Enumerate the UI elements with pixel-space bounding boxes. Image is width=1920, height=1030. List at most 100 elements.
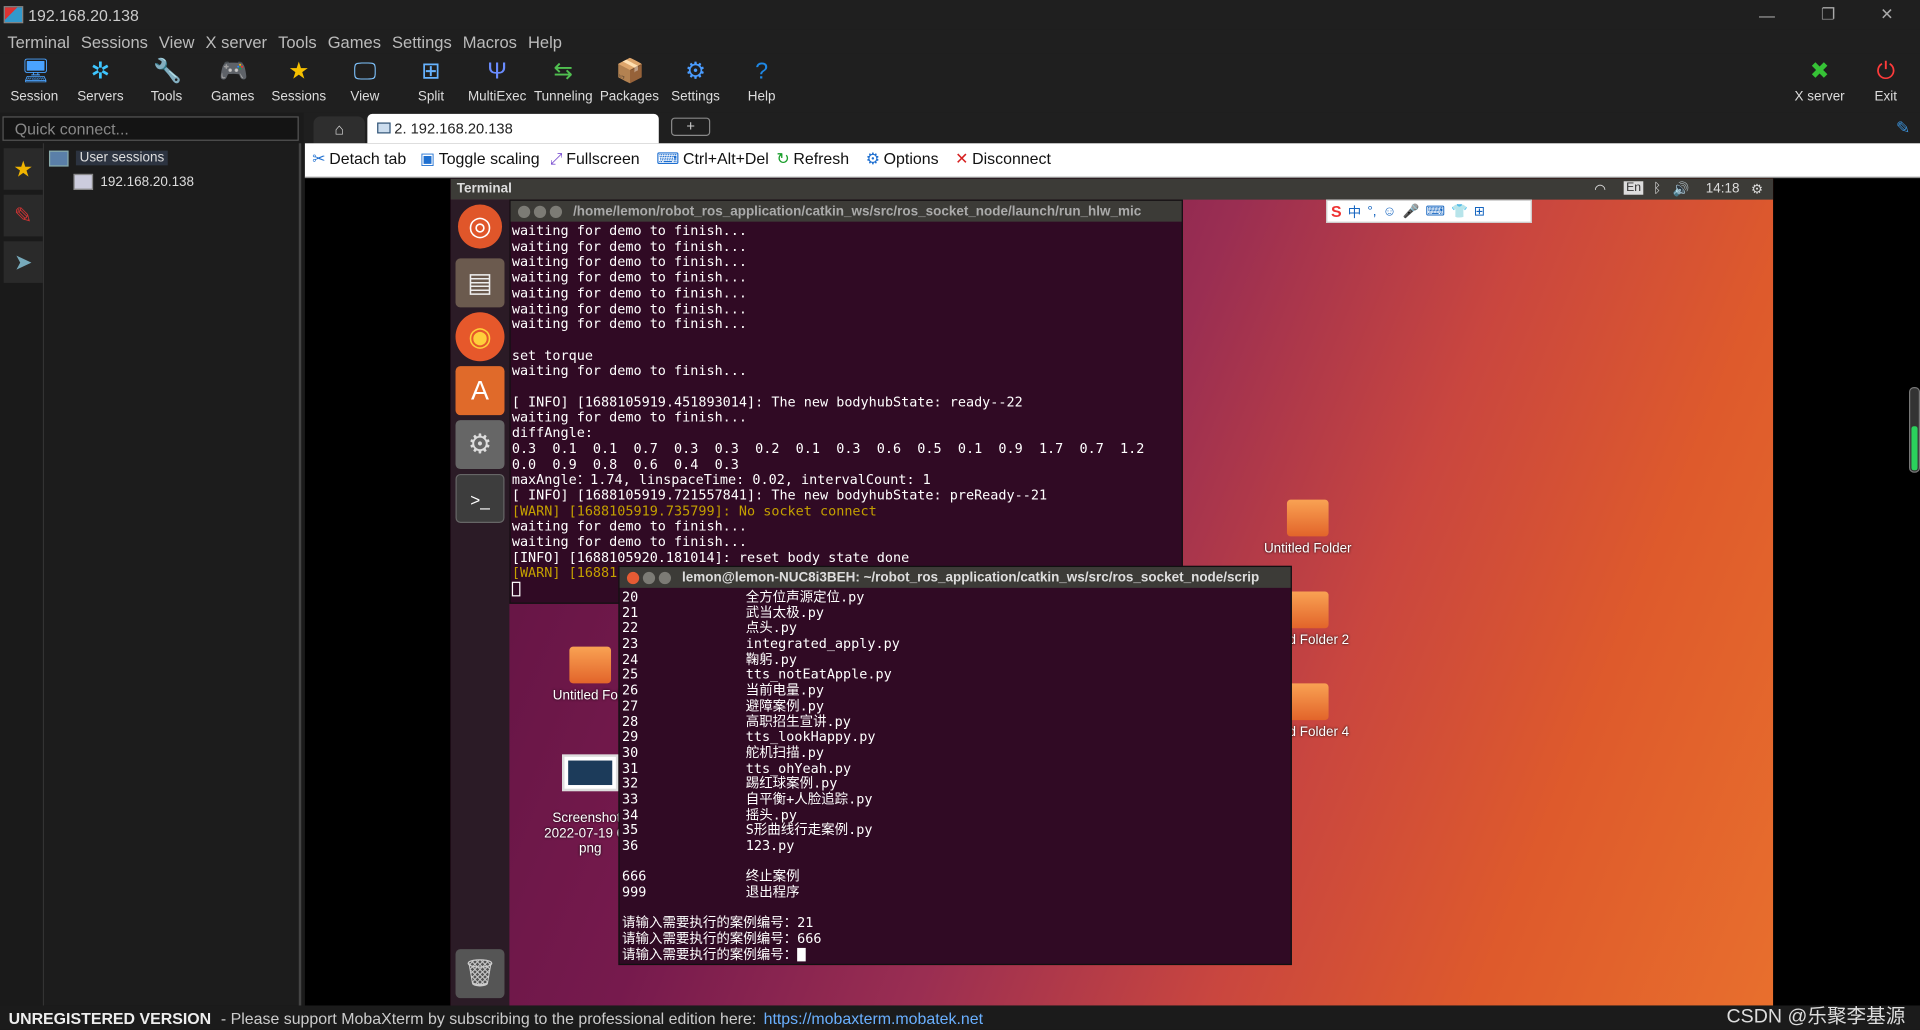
minimize-dot-icon[interactable] [642, 571, 656, 584]
refresh-button[interactable]: ↻ Refresh [776, 149, 849, 169]
toolbar-view-button[interactable]: 🖵 View [332, 54, 398, 113]
user-sessions-folder[interactable]: User sessions [48, 149, 168, 166]
tools-icon[interactable]: ✎ [3, 194, 43, 237]
toolbar-servers-button[interactable]: ✲ Servers [67, 54, 133, 113]
menu-tools[interactable]: Tools [278, 32, 317, 50]
terminal-line: waiting for demo to finish... [511, 316, 748, 333]
detach-tab-button[interactable]: ✂ Detach tab [312, 149, 406, 169]
script-name: S形曲线行走案例.py [745, 822, 873, 839]
toolbar-multiexec-button[interactable]: Ψ MultiExec [464, 54, 530, 113]
ctrl-alt-del-icon: ⌨ [656, 149, 680, 168]
terminal-window-scripts[interactable]: lemon@lemon-NUC8i3BEH: ~/robot_ros_appli… [618, 565, 1292, 966]
desktop-folder-untitled[interactable]: Untitled Folder [1253, 499, 1363, 556]
home-tab[interactable]: ⌂ [313, 116, 365, 144]
tab-session-192-168-20-138[interactable]: 2. 192.168.20.138 [367, 113, 659, 144]
wifi-icon[interactable]: ◠ [1594, 181, 1606, 197]
options-button[interactable]: ⚙ Options [866, 149, 939, 169]
script-list-row: 35 S形曲线行走案例.py [622, 822, 1291, 839]
trash-icon[interactable]: 🗑 [455, 949, 505, 999]
script-name: 123.py [745, 837, 795, 854]
system-settings-icon[interactable]: ⚙ [455, 420, 505, 470]
help-icon: ? [755, 58, 769, 85]
script-name: 鞠躬.py [745, 651, 797, 668]
toolbar-sessions-button[interactable]: ★ Sessions [266, 54, 332, 113]
close-dot-icon[interactable] [626, 571, 640, 584]
send-icon[interactable]: ➤ [3, 241, 43, 283]
remote-desktop[interactable]: Terminal ◠ En ᛒ 🔊 14:18 ⚙ S 中 °, ☺ 🎤 ⌨ 👕… [450, 178, 1774, 1006]
terminal-line: 0.0 0.9 0.8 0.6 0.4 0.3 [511, 456, 739, 473]
close-button[interactable]: ✕ [1859, 0, 1915, 29]
script-name: 高职招生宣讲.py [745, 713, 851, 730]
minimize-button[interactable]: — [1739, 0, 1795, 29]
script-number: 30 [622, 744, 639, 761]
toolbar-tools-button[interactable]: 🔧 Tools [133, 54, 199, 113]
system-gear-icon[interactable]: ⚙ [1751, 181, 1763, 197]
menu-x-server[interactable]: X server [206, 32, 268, 50]
ime-punct-toggle[interactable]: °, [1367, 204, 1376, 219]
toggle-scaling-button[interactable]: ▣ Toggle scaling [420, 149, 540, 169]
terminal-icon[interactable]: >_ [455, 473, 505, 523]
maximize-dot-icon[interactable] [549, 205, 563, 218]
toolbar-label: Exit [1874, 89, 1897, 105]
toolbar-packages-button[interactable]: 📦 Packages [596, 54, 662, 113]
sessions-star-icon[interactable]: ★ [3, 148, 43, 190]
terminal-cursor [511, 581, 521, 597]
ime-skin-icon[interactable]: 👕 [1451, 203, 1468, 220]
firefox-icon[interactable]: ◉ [455, 312, 505, 362]
toolbar-help-button[interactable]: ? Help [729, 54, 795, 113]
terminal-output[interactable]: 20 全方位声源定位.py 21 武当太极.py 22 点头.py 23 integrated… [620, 588, 1291, 963]
toolbar-label: Servers [77, 89, 124, 105]
session-item[interactable]: 192.168.20.138 [73, 173, 194, 190]
menu-sessions[interactable]: Sessions [81, 32, 148, 50]
volume-icon[interactable]: 🔊 [1673, 181, 1690, 197]
paperclip-icon[interactable]: ✎ [1896, 118, 1910, 139]
menu-help[interactable]: Help [528, 32, 562, 50]
script-list-row: 29 tts_lookHappy.py [622, 729, 1291, 746]
terminal-output[interactable]: waiting for demo to finish... waiting for… [511, 222, 1182, 598]
disconnect-button[interactable]: ✕ Disconnect [955, 149, 1051, 169]
ime-menu-icon[interactable]: ⊞ [1474, 203, 1485, 220]
close-dot-icon[interactable] [517, 205, 531, 218]
script-name: 当前电量.py [745, 682, 824, 699]
menu-terminal[interactable]: Terminal [7, 32, 69, 50]
user-sessions-label: User sessions [75, 150, 168, 166]
maximize-button[interactable]: ❐ [1800, 0, 1856, 29]
fullscreen-button[interactable]: ⤢ Fullscreen [550, 149, 640, 169]
toggle-scaling-icon: ▣ [420, 149, 436, 168]
maximize-dot-icon[interactable] [658, 571, 672, 584]
toolbar-tunneling-button[interactable]: ⇆ Tunneling [530, 54, 596, 113]
terminal-window-launch[interactable]: /home/lemon/robot_ros_application/catkin… [509, 199, 1183, 604]
minimize-dot-icon[interactable] [533, 205, 547, 218]
terminal-line: waiting for demo to finish... [511, 409, 748, 426]
script-list-row: 36 123.py [622, 837, 1291, 855]
script-name: 自平衡+人脸追踪.py [745, 791, 873, 808]
menu-games[interactable]: Games [328, 32, 381, 50]
menu-view[interactable]: View [159, 32, 195, 50]
keyboard-language-indicator[interactable]: En [1623, 181, 1644, 195]
menu-settings[interactable]: Settings [392, 32, 452, 50]
ubuntu-dash-icon[interactable]: ◎ [457, 204, 503, 249]
mobatek-link[interactable]: https://mobaxterm.mobatek.net [764, 1009, 983, 1027]
software-center-icon[interactable]: A [455, 366, 505, 416]
ime-keyboard-icon[interactable]: ⌨ [1425, 203, 1444, 220]
fullscreen-icon: ⤢ [549, 149, 563, 168]
toolbar-x-server-button[interactable]: ✖ X server [1787, 54, 1853, 113]
toolbar-split-button[interactable]: ⊞ Split [398, 54, 464, 113]
files-icon[interactable]: ▤ [455, 258, 505, 308]
toolbar-session-button[interactable]: 🖥 Session [1, 54, 67, 113]
toolbar-settings-button[interactable]: ⚙ Settings [662, 54, 728, 113]
ime-chinese-toggle[interactable]: 中 [1348, 201, 1361, 221]
ctrl-alt-del-button[interactable]: ⌨ Ctrl+Alt+Del [656, 149, 768, 169]
ime-mic-icon[interactable]: 🎤 [1403, 203, 1420, 220]
quick-connect-input[interactable]: Quick connect... [2, 116, 299, 141]
bluetooth-icon[interactable]: ᛒ [1653, 181, 1661, 196]
toolbar-exit-button[interactable]: ⏻ Exit [1853, 54, 1919, 113]
ime-emoji-icon[interactable]: ☺ [1383, 204, 1397, 219]
vertical-scrollbar[interactable] [1908, 387, 1920, 473]
script-number: 22 [622, 620, 639, 637]
clock[interactable]: 14:18 [1706, 181, 1740, 196]
toolbar-games-button[interactable]: 🎮 Games [200, 54, 266, 113]
menu-macros[interactable]: Macros [463, 32, 517, 50]
new-tab-button[interactable]: + [671, 117, 711, 136]
